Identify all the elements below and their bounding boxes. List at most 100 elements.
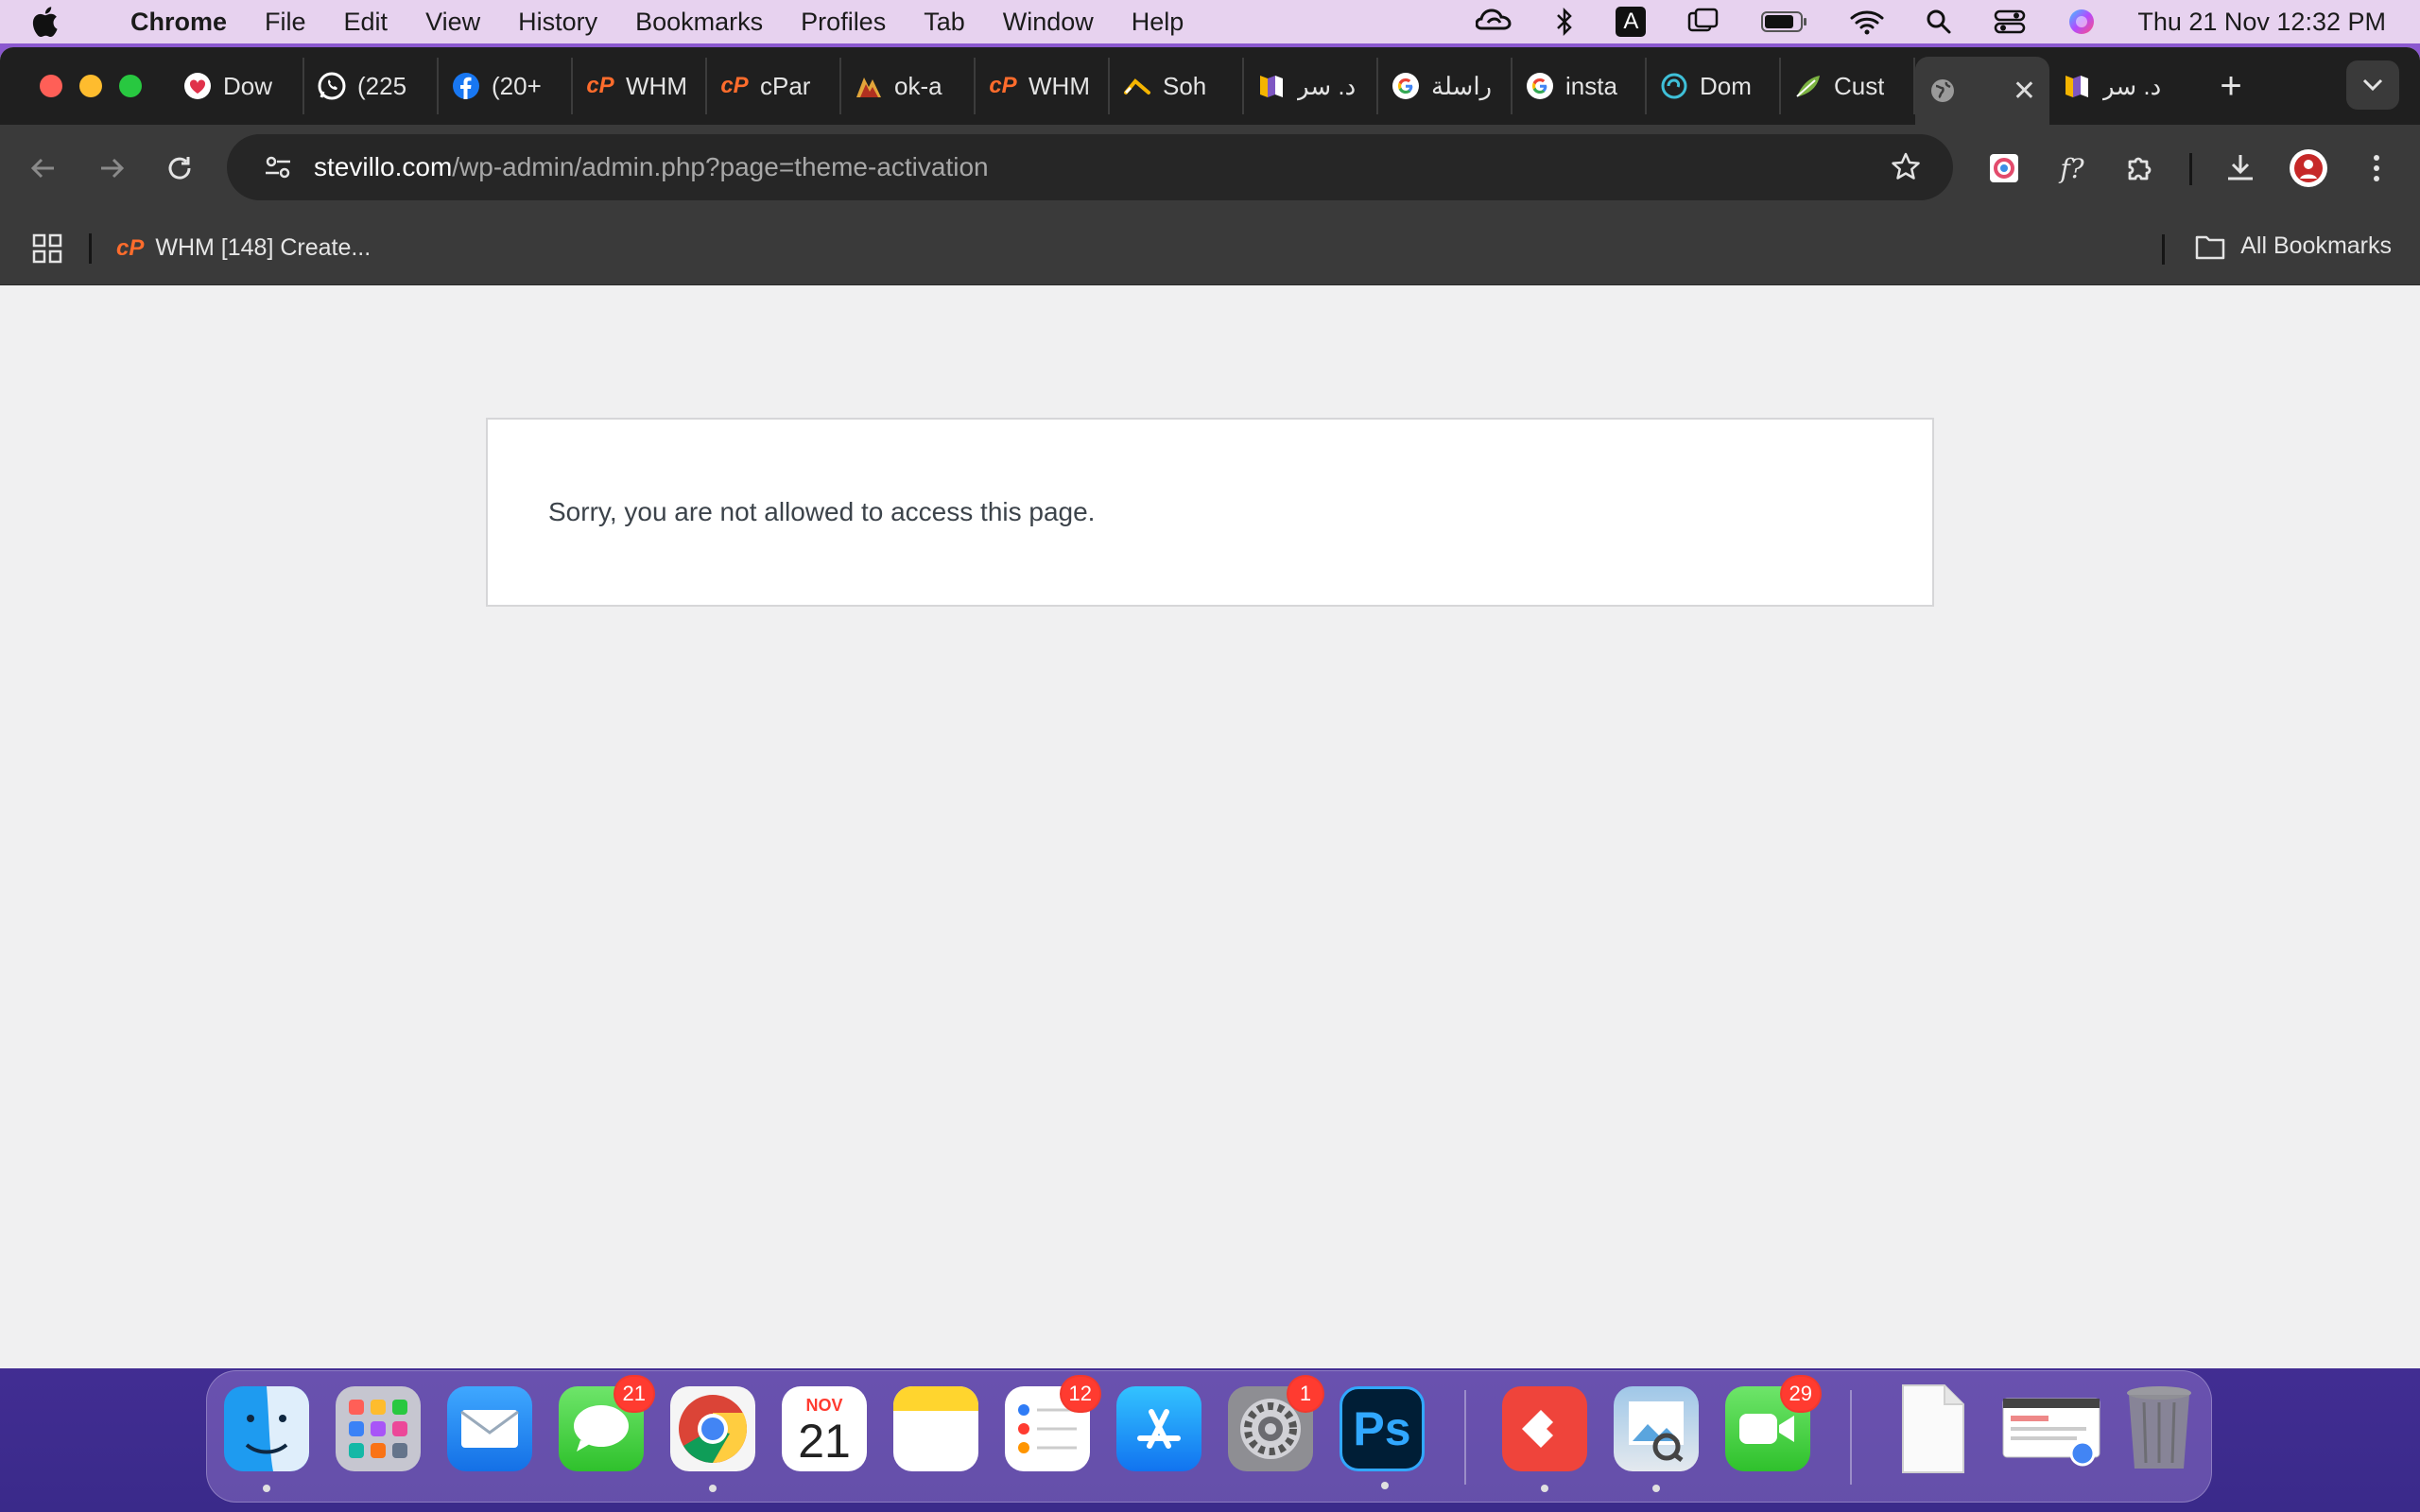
tab[interactable]: Soh <box>1110 58 1244 114</box>
new-tab-button[interactable]: + <box>2212 65 2250 108</box>
spotlight-search-icon[interactable] <box>1926 9 1952 35</box>
url-text[interactable]: stevillo.com/wp-admin/admin.php?page=the… <box>314 152 989 182</box>
menu-app-name[interactable]: Chrome <box>130 8 227 37</box>
profile-avatar[interactable] <box>2284 144 2333 193</box>
zoom-window-button[interactable] <box>119 75 142 97</box>
tab[interactable]: Dom <box>1647 58 1781 114</box>
all-bookmarks-button[interactable]: All Bookmarks <box>2195 232 2392 260</box>
tab[interactable]: cP WHM <box>976 58 1110 114</box>
photoshop-app[interactable]: Ps <box>1340 1386 1425 1489</box>
arrow-right-icon <box>101 158 125 179</box>
creative-cloud-icon[interactable] <box>1476 8 1513 36</box>
menu-edit[interactable]: Edit <box>344 8 389 37</box>
tab[interactable]: cP cPar <box>707 58 841 114</box>
bluetooth-icon[interactable] <box>1555 8 1574 36</box>
battery-icon[interactable] <box>1761 9 1808 34</box>
facetime-app[interactable]: 29 <box>1725 1375 1822 1471</box>
stage-manager-icon[interactable] <box>1687 8 1720 36</box>
finder-icon <box>224 1386 309 1471</box>
folder-icon <box>2195 235 2225 259</box>
siri-icon[interactable] <box>2067 8 2096 36</box>
error-message-box: Sorry, you are not allowed to access thi… <box>486 418 1934 607</box>
menu-window[interactable]: Window <box>1003 8 1094 37</box>
font-finder-extension-icon[interactable]: f? <box>2048 144 2097 193</box>
tab[interactable]: د. سر <box>1244 58 1378 114</box>
tab[interactable]: (225 <box>304 58 439 114</box>
tab[interactable]: (20+ <box>439 58 573 114</box>
app-store-app[interactable] <box>1116 1386 1201 1471</box>
input-source-label: A <box>1616 7 1647 37</box>
tab[interactable]: insta <box>1512 58 1647 114</box>
bookmark-star-icon[interactable] <box>1891 151 1921 186</box>
launchpad-app[interactable] <box>336 1386 421 1471</box>
window-thumbnail-icon <box>2002 1398 2100 1467</box>
input-source-icon[interactable]: A <box>1616 7 1647 37</box>
photoshop-icon: Ps <box>1353 1402 1411 1455</box>
chrome-app[interactable] <box>670 1386 755 1492</box>
error-message: Sorry, you are not allowed to access thi… <box>548 497 1096 526</box>
close-window-button[interactable] <box>40 75 62 97</box>
menu-bookmarks[interactable]: Bookmarks <box>635 8 763 37</box>
tab[interactable]: راسلة <box>1378 58 1512 114</box>
mail-app[interactable] <box>447 1386 532 1471</box>
menu-help[interactable]: Help <box>1132 8 1184 37</box>
calendar-app[interactable]: NOV 21 <box>782 1386 867 1471</box>
system-settings-app[interactable]: 1 <box>1228 1375 1324 1471</box>
minimized-chrome-window[interactable] <box>2001 1386 2101 1471</box>
forward-button[interactable] <box>78 154 146 182</box>
site-info-icon[interactable] <box>250 153 306 181</box>
tab[interactable]: Cust <box>1781 58 1915 114</box>
wifi-icon[interactable] <box>1850 9 1884 35</box>
dock-divider <box>1464 1390 1466 1485</box>
launchpad-icon <box>349 1400 407 1458</box>
menu-file[interactable]: File <box>265 8 306 37</box>
mountain-icon <box>855 72 883 100</box>
cpanel-icon: cP <box>989 73 1017 98</box>
anydesk-icon <box>1522 1410 1565 1448</box>
minimize-window-button[interactable] <box>79 75 102 97</box>
google-icon <box>1526 72 1554 100</box>
tab[interactable]: ok-a <box>841 58 976 114</box>
anydesk-app[interactable] <box>1502 1386 1587 1492</box>
notes-app[interactable] <box>893 1386 978 1471</box>
apps-grid-icon[interactable] <box>32 233 62 264</box>
extensions-puzzle-icon[interactable] <box>2116 144 2165 193</box>
chrome-icon <box>679 1395 748 1463</box>
menubar-clock[interactable]: Thu 21 Nov 12:32 PM <box>2137 8 2386 37</box>
mail-icon <box>460 1410 519 1448</box>
menu-tab[interactable]: Tab <box>924 8 965 37</box>
tab[interactable]: Dow <box>170 58 304 114</box>
tab-search-button[interactable] <box>2346 60 2399 110</box>
reminders-app[interactable]: 12 <box>1005 1375 1101 1471</box>
apple-menu-icon[interactable] <box>30 6 78 38</box>
notification-badge: 29 <box>1779 1375 1822 1413</box>
menu-profiles[interactable]: Profiles <box>801 8 886 37</box>
recent-document[interactable] <box>1890 1384 1975 1473</box>
messages-app[interactable]: 21 <box>559 1375 655 1471</box>
whatsapp-icon <box>318 72 346 100</box>
bookmark-label: WHM [148] Create... <box>155 234 372 261</box>
control-center-icon[interactable] <box>1994 9 2026 35</box>
menu-view[interactable]: View <box>425 8 480 37</box>
preview-app[interactable] <box>1614 1386 1699 1492</box>
book-icon <box>1257 72 1286 100</box>
arrow-left-icon <box>30 158 54 179</box>
downloads-icon[interactable] <box>2216 144 2265 193</box>
bookmark-item[interactable]: cP WHM [148] Create... <box>116 234 371 262</box>
back-button[interactable] <box>9 154 78 182</box>
close-tab-icon[interactable]: ✕ <box>2013 75 2036 108</box>
active-tab[interactable]: ✕ <box>1915 57 2049 125</box>
page-viewport: Sorry, you are not allowed to access thi… <box>0 285 2420 1368</box>
trash-app[interactable] <box>2117 1386 2202 1471</box>
finder-app[interactable] <box>224 1386 309 1492</box>
tab-label: Dow <box>223 71 273 100</box>
tab-label: Dom <box>1700 71 1752 100</box>
address-bar[interactable]: stevillo.com/wp-admin/admin.php?page=the… <box>227 134 1953 200</box>
color-picker-extension-icon[interactable] <box>1979 144 2029 193</box>
reload-button[interactable] <box>146 154 214 182</box>
tab[interactable]: د. سر <box>2049 58 2184 114</box>
menu-history[interactable]: History <box>518 8 597 37</box>
bookmarks-divider <box>2162 234 2165 265</box>
tab[interactable]: cP WHM <box>573 58 707 114</box>
chrome-menu-icon[interactable] <box>2352 144 2401 193</box>
